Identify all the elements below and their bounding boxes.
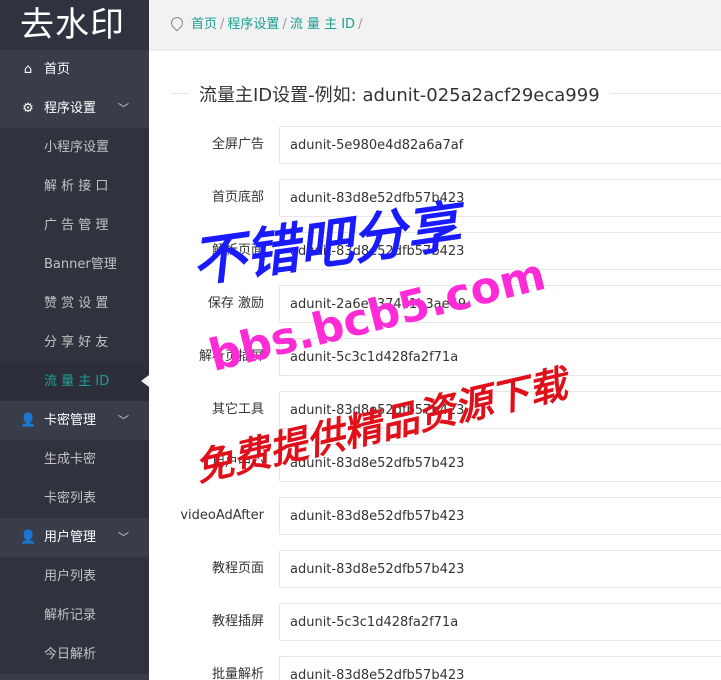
field-label: 首页底部 [211,190,264,205]
breadcrumb-traffic-id[interactable]: 流 量 主 ID [290,17,355,32]
sidebar-item-label: 程序设置 [44,101,97,116]
form-row: videoAdAfter [149,497,721,537]
sidebar-subitem-traffic-id[interactable]: 流 量 主 ID [0,362,149,401]
video-ad-after-input[interactable] [279,497,721,535]
sidebar-item-home[interactable]: ⌂ 首页 [0,50,149,89]
breadcrumb-separator: / [282,17,287,32]
save-reward-input[interactable] [279,285,721,323]
sidebar-subitem-miniprogram-settings[interactable]: 小程序设置 [0,128,149,167]
field-label: 解析页插屏 [198,349,264,364]
gear-icon: ⚙ [22,101,34,116]
sidebar-subitem-user-list[interactable]: 用户列表 [0,557,149,596]
sidebar-item-user-management[interactable]: 👤 用户管理 ﹀ [0,518,149,557]
sidebar-item-label: 首页 [44,62,71,77]
sidebar-subitem-ad-management[interactable]: 广 告 管 理 [0,206,149,245]
form-row: 保存 激励 [149,285,721,325]
field-label: 解析页面 [211,243,264,258]
chevron-down-icon: ﹀ [118,531,129,544]
sidebar-subitem-card-list[interactable]: 卡密列表 [0,479,149,518]
user-icon: 👤 [20,530,37,545]
chevron-down-icon: ﹀ [118,102,129,115]
batch-parse-input[interactable] [279,656,721,680]
sidebar-item-label: 卡密管理 [44,413,97,428]
sidebar-subitem-parse-api[interactable]: 解 析 接 口 [0,167,149,206]
app-logo: 去水印 [0,0,149,50]
sidebar-subitem-reward-settings[interactable]: 赞 赏 设 置 [0,284,149,323]
form-row: 全屏广告 [149,126,721,166]
form-row: 教程页面 [149,550,721,590]
field-label: 批量解析 [211,667,264,680]
app-root: 去水印 ⌂ 首页 ⚙ 程序设置 ﹀ 小程序设置 解 析 接 口 广 告 管 理 Ba… [0,0,721,680]
breadcrumb-program-settings[interactable]: 程序设置 [227,17,279,32]
tutorial-page-input[interactable] [279,550,721,588]
breadcrumb-home[interactable]: 首页 [191,17,217,32]
user-icon: 👤 [20,413,37,428]
parse-interstitial-input[interactable] [279,338,721,376]
main-content: 流量主ID设置-例如: adunit-025a2acf29eca999 全屏广告… [149,51,721,680]
field-label: 其它工具 [211,402,264,417]
breadcrumb-separator: / [220,17,225,32]
field-label: 教程插屏 [211,614,264,629]
sidebar-subitem-banner-management[interactable]: Banner管理 [0,245,149,284]
form-row: 解析页面 [149,232,721,272]
field-label: 教程页面 [211,561,264,576]
breadcrumb-separator: / [358,17,363,32]
field-label: 用户中心 [211,455,264,470]
tutorial-interstitial-input[interactable] [279,603,721,641]
sidebar-item-card-management[interactable]: 👤 卡密管理 ﹀ [0,401,149,440]
user-center-input[interactable] [279,444,721,482]
field-label: videoAdAfter [180,508,264,523]
field-label: 保存 激励 [207,296,264,311]
sidebar: 去水印 ⌂ 首页 ⚙ 程序设置 ﹀ 小程序设置 解 析 接 口 广 告 管 理 Ba… [0,0,149,680]
other-tools-input[interactable] [279,391,721,429]
sidebar-item-program-settings[interactable]: ⚙ 程序设置 ﹀ [0,89,149,128]
sidebar-subitem-generate-card[interactable]: 生成卡密 [0,440,149,479]
form-row: 教程插屏 [149,603,721,643]
form-legend: 流量主ID设置-例如: adunit-025a2acf29eca999 [189,81,610,107]
sidebar-item-label: 用户管理 [44,530,97,545]
form-row: 其它工具 [149,391,721,431]
home-bottom-input[interactable] [279,179,721,217]
chevron-down-icon: ﹀ [118,414,129,427]
parse-page-input[interactable] [279,232,721,270]
sidebar-subitem-today-parse[interactable]: 今日解析 [0,635,149,674]
form-row: 解析页插屏 [149,338,721,378]
sidebar-subitem-share-friends[interactable]: 分 享 好 友 [0,323,149,362]
breadcrumb: 首页 / 程序设置 / 流 量 主 ID / [149,0,721,50]
field-label: 全屏广告 [211,137,264,152]
form-row: 首页底部 [149,179,721,219]
fullscreen-ad-input[interactable] [279,126,721,164]
location-pin-icon [168,14,186,32]
sidebar-subitem-parse-records[interactable]: 解析记录 [0,596,149,635]
form-row: 批量解析 [149,656,721,680]
form-row: 用户中心 [149,444,721,484]
home-icon: ⌂ [23,62,33,77]
